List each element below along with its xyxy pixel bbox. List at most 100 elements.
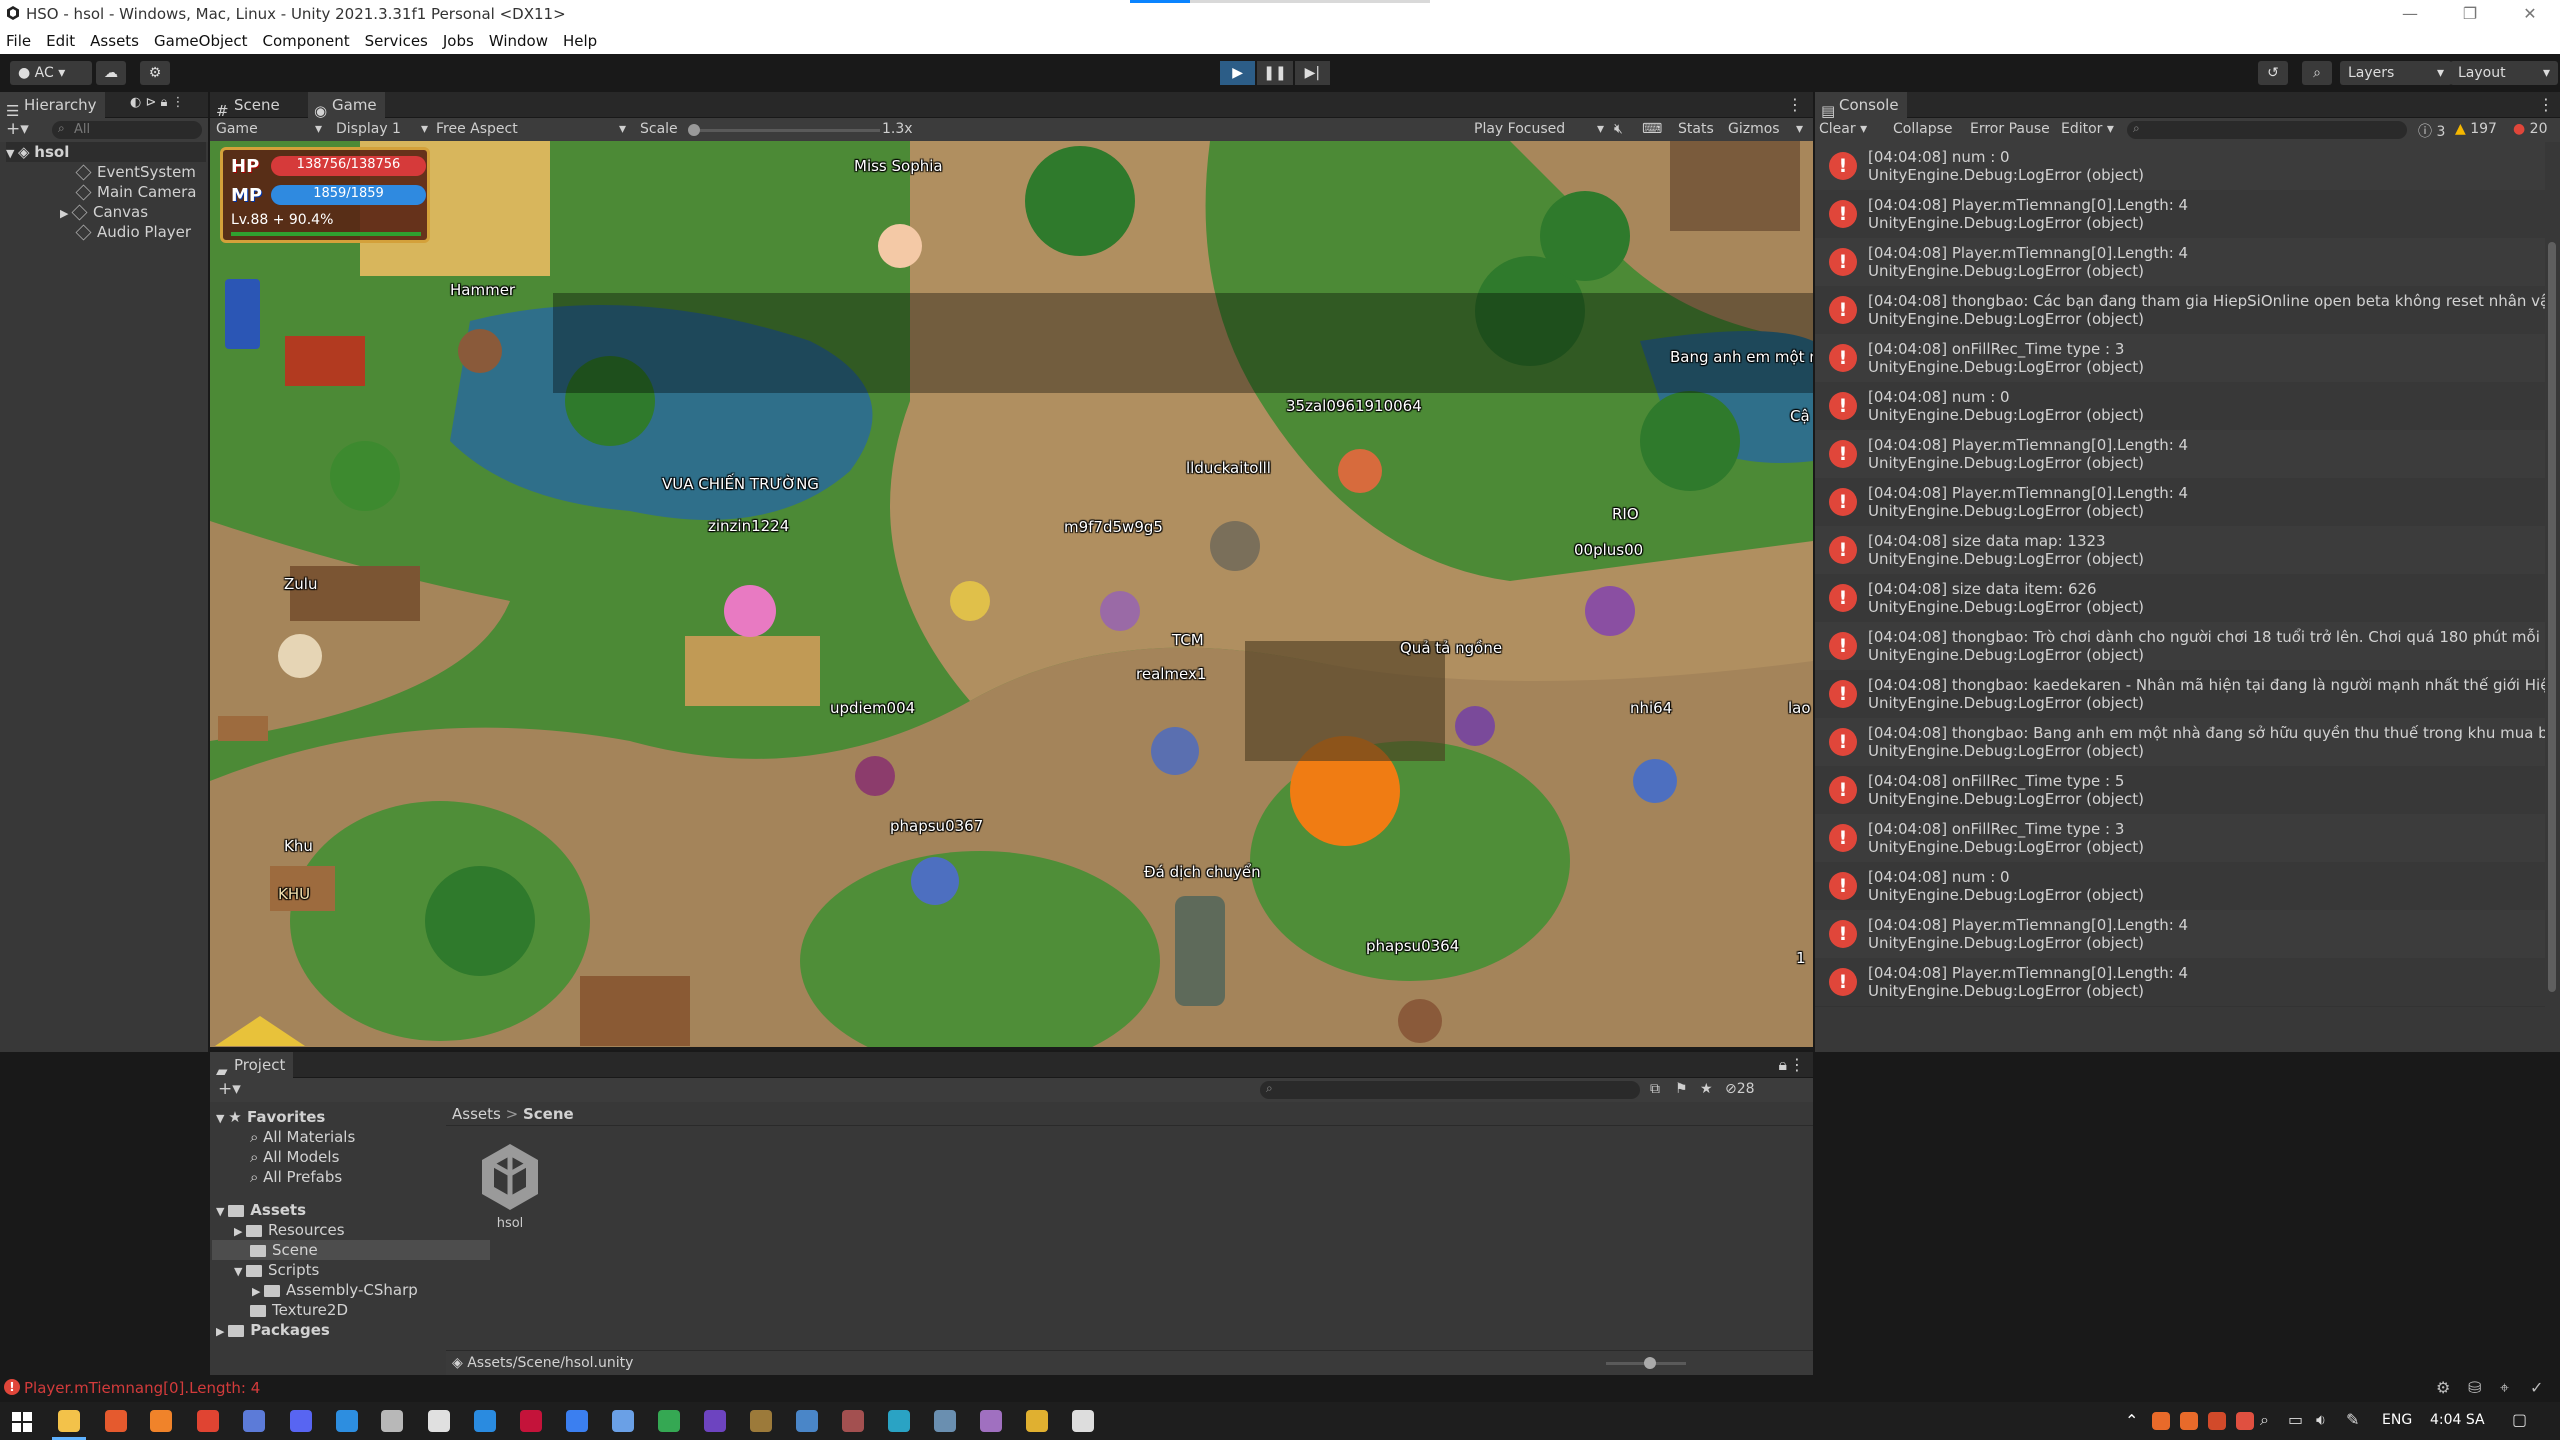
console-log-entry[interactable]: ! [04:04:08] Player.mTiemnang[0].Length: … [1815, 430, 2545, 479]
editor-dropdown[interactable]: Editor ▾ [2061, 121, 2114, 137]
scale-slider[interactable] [688, 124, 880, 136]
project-search-input[interactable]: ⌕ [1260, 1081, 1640, 1099]
hierarchy-item-main-camera[interactable]: Main Camera [75, 182, 196, 202]
warning-count-toggle[interactable]: ▲ 197 [2455, 121, 2497, 137]
account-dropdown[interactable]: ● AC ▾ [10, 61, 92, 85]
display-dropdown[interactable]: Display 1 ▾ [336, 121, 428, 137]
close-button[interactable]: ✕ [2500, 0, 2560, 28]
aspect-dropdown[interactable]: Free Aspect ▾ [436, 121, 626, 137]
calculator-icon[interactable] [381, 1410, 403, 1432]
hidden-packages-toggle[interactable]: ⊘28 [1725, 1081, 1755, 1097]
console-log-entry[interactable]: ! [04:04:08] num : 0 UnityEngine.Debug:Log… [1815, 382, 2545, 431]
console-log-entry[interactable]: ! [04:04:08] thongbao: Các bạn đang tham … [1815, 286, 2545, 335]
add-icon[interactable]: +▾ [218, 1079, 241, 1099]
menu-file[interactable]: File [6, 32, 31, 50]
info-count-toggle[interactable]: ⓘ 3 [2418, 121, 2445, 141]
folder-assembly-csharp[interactable]: ▶ Assembly-CSharp [252, 1280, 418, 1300]
app-icon[interactable] [243, 1410, 265, 1432]
scale-slider-handle[interactable] [688, 124, 700, 136]
minimize-button[interactable]: — [2380, 0, 2440, 28]
vscode-icon[interactable] [474, 1410, 496, 1432]
console-log-entry[interactable]: ! [04:04:08] thongbao: Trò chơi dành cho … [1815, 622, 2545, 671]
console-scrollbar[interactable] [2548, 242, 2556, 992]
pause-button[interactable]: ❚❚ [1257, 61, 1293, 85]
console-log-entry[interactable]: ! [04:04:08] Player.mTiemnang[0].Length: … [1815, 958, 2545, 1007]
hierarchy-item-canvas[interactable]: ▶ Canvas [60, 202, 148, 222]
tab-project[interactable]: ▰ Project [210, 1052, 294, 1080]
favorite-all-materials[interactable]: ⌕ All Materials [250, 1127, 355, 1147]
error-pause-button[interactable]: Error Pause [1970, 121, 2050, 137]
console-log-entry[interactable]: ! [04:04:08] Player.mTiemnang[0].Length: … [1815, 910, 2545, 959]
assets-section[interactable]: ▼ Assets [216, 1200, 306, 1220]
file-explorer-icon[interactable] [58, 1410, 80, 1432]
tray-app-icon[interactable] [2180, 1412, 2198, 1430]
maximize-button[interactable]: ❐ [2440, 0, 2500, 28]
visual-studio-icon[interactable] [704, 1410, 726, 1432]
discord-icon[interactable] [290, 1410, 312, 1432]
check-icon[interactable]: ✓ [2530, 1378, 2543, 1397]
menu-assets[interactable]: Assets [90, 32, 139, 50]
lock-icon[interactable]: 🔒︎ [1778, 1055, 1787, 1075]
console-log-entry[interactable]: ! [04:04:08] thongbao: Bang anh em một nh… [1815, 718, 2545, 767]
console-log-entry[interactable]: ! [04:04:08] Player.mTiemnang[0].Length: … [1815, 238, 2545, 287]
menu-jobs[interactable]: Jobs [443, 32, 474, 50]
more-options-icon[interactable]: ⋮ [1789, 1055, 1805, 1074]
filter-type-icon[interactable]: ⧉ [1650, 1081, 1660, 1097]
keyboard-icon[interactable]: ⌨ [1642, 121, 1662, 137]
gizmos-button[interactable]: Gizmos [1728, 121, 1780, 137]
menu-gameobject[interactable]: GameObject [154, 32, 248, 50]
notification-icon[interactable]: ▢ [2512, 1410, 2527, 1429]
input-language[interactable]: ENG [2382, 1412, 2412, 1428]
chevron-down-icon[interactable]: ▾ [1796, 121, 1803, 137]
debug-icon[interactable]: ⚙ [2436, 1378, 2450, 1397]
app-icon[interactable] [888, 1410, 910, 1432]
play-button[interactable]: ▶ [1220, 61, 1256, 85]
console-log-entry[interactable]: ! [04:04:08] thongbao: kaedekaren - Nhân … [1815, 670, 2545, 719]
game-mode-dropdown[interactable]: Game ▾ [216, 121, 326, 137]
clear-button[interactable]: Clear ▾ [1819, 121, 1867, 137]
search-icon[interactable]: ⌕ [2260, 1410, 2269, 1430]
hierarchy-item-audio-player[interactable]: Audio Player [75, 222, 191, 242]
lock-icon[interactable]: ◐ ⊳ 🔒︎ ⋮ [130, 95, 185, 110]
stats-button[interactable]: Stats [1678, 121, 1714, 137]
tray-app-icon[interactable] [2236, 1412, 2254, 1430]
asset-hsol-scene[interactable]: hsol [470, 1142, 550, 1242]
icon-size-slider-handle[interactable] [1644, 1357, 1656, 1369]
play-focused-dropdown[interactable]: Play Focused ▾ [1474, 121, 1604, 137]
app-icon[interactable] [612, 1410, 634, 1432]
app-icon[interactable] [750, 1410, 772, 1432]
folder-texture2d[interactable]: Texture2D [250, 1300, 348, 1320]
breadcrumb-scene[interactable]: Scene [523, 1105, 574, 1123]
filter-label-icon[interactable]: ⚑ [1675, 1081, 1688, 1097]
app-icon[interactable] [980, 1410, 1002, 1432]
more-options-icon[interactable]: ⋮ [1787, 95, 1803, 114]
tab-hierarchy[interactable]: ☰ Hierarchy [0, 92, 105, 120]
tray-app-icon[interactable] [2208, 1412, 2226, 1430]
scene-root[interactable]: ▼ ◈ hsol [6, 142, 206, 162]
app-icon[interactable] [520, 1410, 542, 1432]
favorite-all-models[interactable]: ⌕ All Models [250, 1147, 339, 1167]
breadcrumb-assets[interactable]: Assets [452, 1105, 501, 1123]
console-log-entry[interactable]: ! [04:04:08] onFillRec_Time type : 3 Unity… [1815, 334, 2545, 383]
app-icon[interactable] [1026, 1410, 1048, 1432]
windows-start-icon[interactable] [12, 1412, 32, 1432]
console-log-entry[interactable]: ! [04:04:08] onFillRec_Time type : 5 Unity… [1815, 766, 2545, 815]
layout-dropdown[interactable]: Layout ▾ [2450, 61, 2558, 85]
cache-icon[interactable]: ⛁ [2468, 1378, 2481, 1397]
folder-resources[interactable]: ▶ Resources [234, 1220, 345, 1240]
hierarchy-item-eventsystem[interactable]: EventSystem [75, 162, 196, 182]
app-icon[interactable] [842, 1410, 864, 1432]
icon-size-slider[interactable] [1606, 1357, 1686, 1369]
collab-button[interactable]: ⚙ [140, 61, 170, 85]
console-log-entry[interactable]: ! [04:04:08] Player.mTiemnang[0].Length: … [1815, 478, 2545, 527]
tray-app-icon[interactable] [2152, 1412, 2170, 1430]
search-button[interactable]: ⌕ [2302, 61, 2332, 85]
app-icon[interactable] [796, 1410, 818, 1432]
cloud-button[interactable]: ☁ [96, 61, 126, 85]
status-message[interactable]: Player.mTiemnang[0].Length: 4 [24, 1379, 260, 1397]
console-log-entry[interactable]: ! [04:04:08] num : 0 UnityEngine.Debug:Log… [1815, 862, 2545, 911]
volume-icon[interactable]: 🔉︎ [2316, 1410, 2326, 1430]
app-icon[interactable] [934, 1410, 956, 1432]
console-search-input[interactable]: ⌕ [2127, 121, 2407, 139]
skype-icon[interactable] [336, 1410, 358, 1432]
